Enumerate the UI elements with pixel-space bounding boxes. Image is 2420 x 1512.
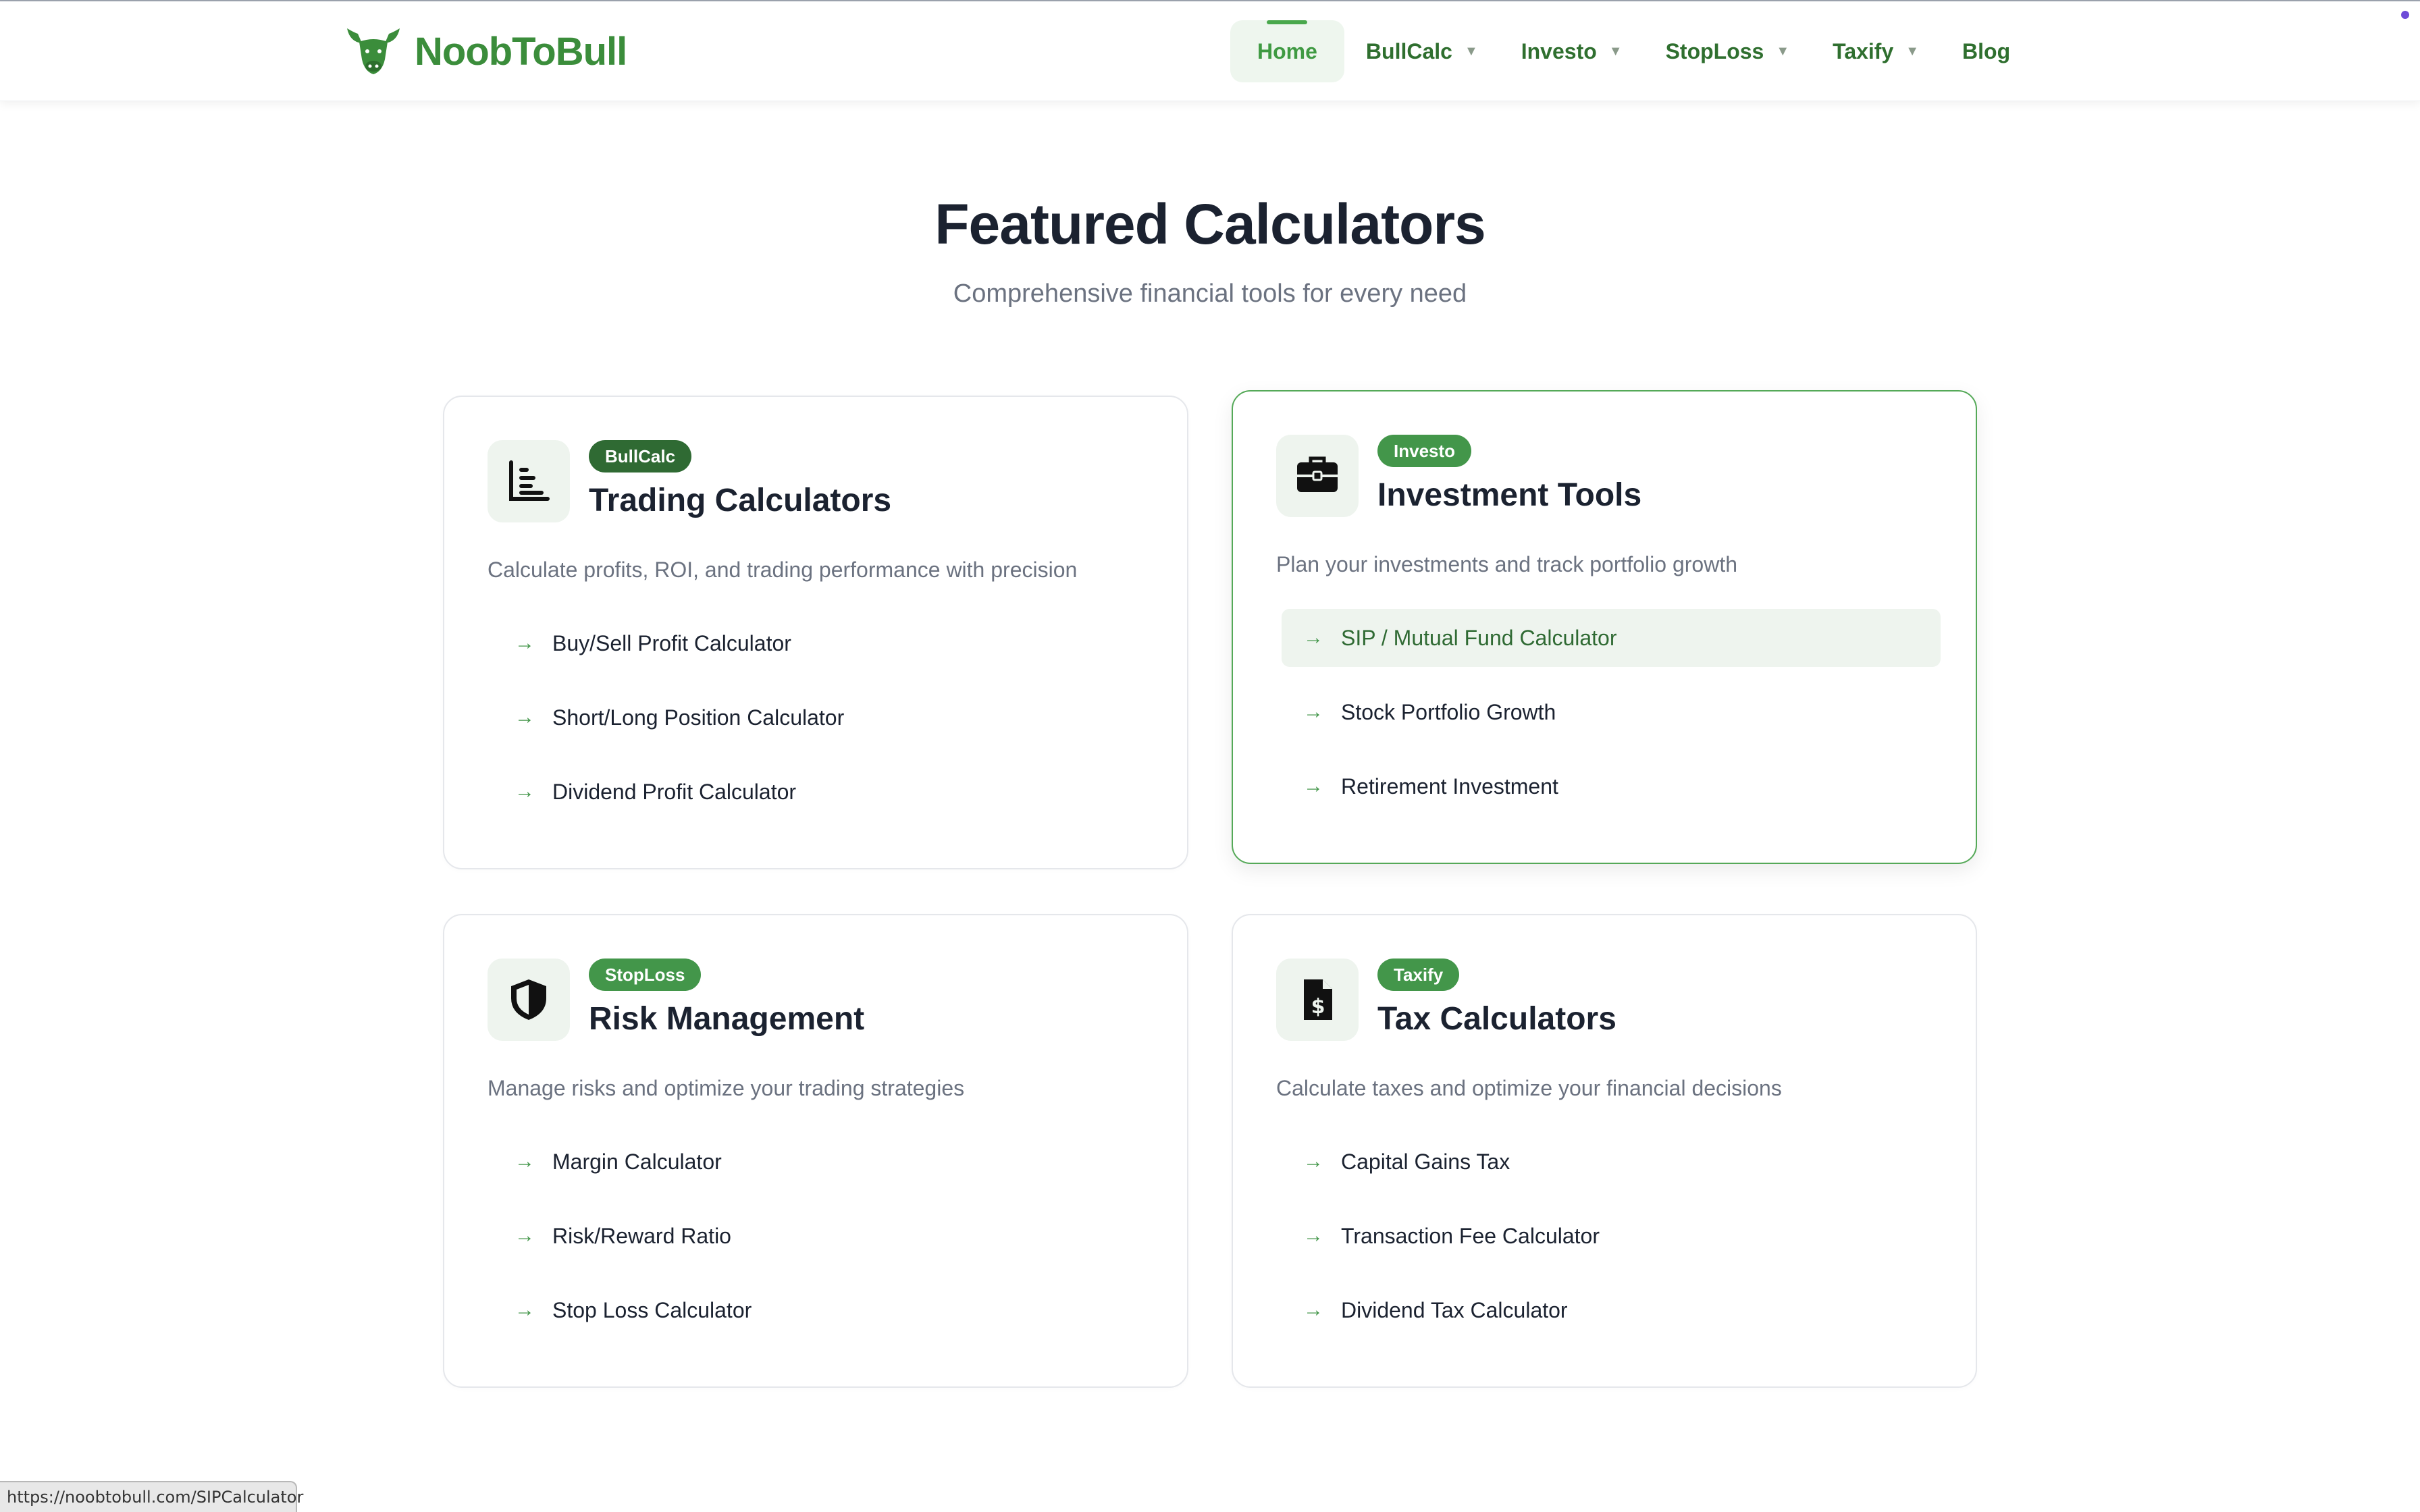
card-description: Manage risks and optimize your trading s… — [488, 1076, 965, 1100]
arrow-right-icon: → — [515, 1150, 535, 1172]
chevron-down-icon: ▼ — [1608, 43, 1623, 59]
card-icon-container: $ — [1276, 959, 1359, 1041]
link-label: Transaction Fee Calculator — [1341, 1223, 1600, 1248]
nav-taxify-label: Taxify — [1833, 38, 1894, 63]
card-title: Investment Tools — [1377, 477, 1642, 513]
nav-blog[interactable]: Blog — [1941, 20, 2032, 82]
briefcase-icon — [1297, 456, 1338, 492]
page-subtitle: Comprehensive financial tools for every … — [953, 279, 1467, 308]
browser-status-bar: https://noobtobull.com/SIPCalculator — [0, 1481, 303, 1512]
nav-investo[interactable]: Investo ▼ — [1500, 20, 1644, 82]
card-icon-container — [1276, 435, 1359, 517]
badge-investo: Investo — [1377, 435, 1472, 467]
main-nav: Home BullCalc ▼ Investo ▼ StopLoss ▼ Tax… — [1230, 20, 2032, 82]
card-links: → SIP / Mutual Fund Calculator → Stock P… — [1282, 609, 1941, 832]
nav-blog-label: Blog — [1962, 38, 2011, 63]
bull-logo-icon — [347, 28, 400, 74]
badge-taxify: Taxify — [1377, 959, 1460, 991]
card-title: Trading Calculators — [589, 483, 892, 518]
card-description: Plan your investments and track portfoli… — [1276, 552, 1737, 576]
card-risk-management: StopLoss Risk Management Manage risks an… — [443, 914, 1188, 1388]
shield-icon — [511, 979, 546, 1020]
link-margin-calculator[interactable]: → Margin Calculator — [493, 1133, 1152, 1191]
arrow-right-icon: → — [1303, 701, 1323, 723]
card-title: Tax Calculators — [1377, 1001, 1616, 1037]
link-label: Capital Gains Tax — [1341, 1149, 1510, 1174]
card-tax-calculators: $ Taxify Tax Calculators Calculate taxes… — [1232, 914, 1977, 1388]
link-short-long-position[interactable]: → Short/Long Position Calculator — [493, 688, 1152, 747]
link-retirement-investment[interactable]: → Retirement Investment — [1282, 757, 1941, 815]
link-label: Stop Loss Calculator — [552, 1297, 752, 1322]
nav-bullcalc[interactable]: BullCalc ▼ — [1344, 20, 1500, 82]
page-title: Featured Calculators — [935, 192, 1486, 256]
link-label: Stock Portfolio Growth — [1341, 699, 1556, 724]
link-transaction-fee-calculator[interactable]: → Transaction Fee Calculator — [1282, 1207, 1941, 1265]
link-stop-loss-calculator[interactable]: → Stop Loss Calculator — [493, 1281, 1152, 1339]
tax-document-icon: $ — [1304, 979, 1332, 1020]
link-buy-sell-profit[interactable]: → Buy/Sell Profit Calculator — [493, 614, 1152, 672]
arrow-right-icon: → — [515, 1299, 535, 1321]
link-dividend-profit[interactable]: → Dividend Profit Calculator — [493, 763, 1152, 821]
arrow-right-icon: → — [1303, 775, 1323, 797]
link-label: Dividend Tax Calculator — [1341, 1297, 1568, 1322]
link-capital-gains-tax[interactable]: → Capital Gains Tax — [1282, 1133, 1941, 1191]
link-dividend-tax-calculator[interactable]: → Dividend Tax Calculator — [1282, 1281, 1941, 1339]
notification-dot — [2401, 11, 2409, 19]
bar-chart-icon — [509, 460, 550, 501]
arrow-right-icon: → — [1303, 1150, 1323, 1172]
nav-home-label: Home — [1257, 38, 1317, 63]
card-icon-container — [488, 440, 570, 522]
link-stock-portfolio-growth[interactable]: → Stock Portfolio Growth — [1282, 683, 1941, 741]
logo-text: NoobToBull — [415, 29, 627, 74]
link-label: Dividend Profit Calculator — [552, 779, 797, 804]
nav-bullcalc-label: BullCalc — [1365, 38, 1452, 63]
svg-text:$: $ — [1311, 995, 1325, 1019]
badge-stoploss: StopLoss — [589, 959, 702, 991]
link-sip-mutual-fund[interactable]: → SIP / Mutual Fund Calculator — [1282, 609, 1941, 667]
logo[interactable]: NoobToBull — [344, 24, 627, 78]
link-risk-reward-ratio[interactable]: → Risk/Reward Ratio — [493, 1207, 1152, 1265]
card-icon-container — [488, 959, 570, 1041]
card-links: → Margin Calculator → Risk/Reward Ratio … — [493, 1133, 1152, 1355]
card-title: Risk Management — [589, 1001, 865, 1037]
link-label: Retirement Investment — [1341, 774, 1558, 799]
nav-stoploss[interactable]: StopLoss ▼ — [1644, 20, 1812, 82]
nav-home[interactable]: Home — [1230, 20, 1344, 82]
arrow-right-icon: → — [515, 1224, 535, 1247]
nav-investo-label: Investo — [1521, 38, 1597, 63]
arrow-right-icon: → — [1303, 626, 1323, 649]
chevron-down-icon: ▼ — [1905, 43, 1920, 59]
card-description: Calculate taxes and optimize your financ… — [1276, 1076, 1782, 1100]
arrow-right-icon: → — [515, 632, 535, 654]
card-trading-calculators: BullCalc Trading Calculators Calculate p… — [443, 396, 1188, 869]
card-description: Calculate profits, ROI, and trading perf… — [488, 558, 1078, 582]
site-header: NoobToBull Home BullCalc ▼ Investo ▼ Sto… — [0, 1, 2420, 101]
arrow-right-icon: → — [515, 780, 535, 803]
chevron-down-icon: ▼ — [1464, 43, 1478, 59]
chevron-down-icon: ▼ — [1776, 43, 1790, 59]
link-label: Risk/Reward Ratio — [552, 1223, 731, 1248]
arrow-right-icon: → — [515, 706, 535, 728]
nav-stoploss-label: StopLoss — [1665, 38, 1764, 63]
badge-bullcalc: BullCalc — [589, 440, 692, 473]
link-label: Short/Long Position Calculator — [552, 705, 845, 730]
nav-taxify[interactable]: Taxify ▼ — [1811, 20, 1941, 82]
arrow-right-icon: → — [1303, 1299, 1323, 1321]
link-label: Margin Calculator — [552, 1149, 722, 1174]
link-label: Buy/Sell Profit Calculator — [552, 630, 791, 655]
card-investment-tools: Investo Investment Tools Plan your inves… — [1232, 390, 1977, 864]
card-links: → Capital Gains Tax → Transaction Fee Ca… — [1282, 1133, 1941, 1355]
arrow-right-icon: → — [1303, 1224, 1323, 1247]
link-label: SIP / Mutual Fund Calculator — [1341, 625, 1617, 650]
card-links: → Buy/Sell Profit Calculator → Short/Lon… — [493, 614, 1152, 837]
